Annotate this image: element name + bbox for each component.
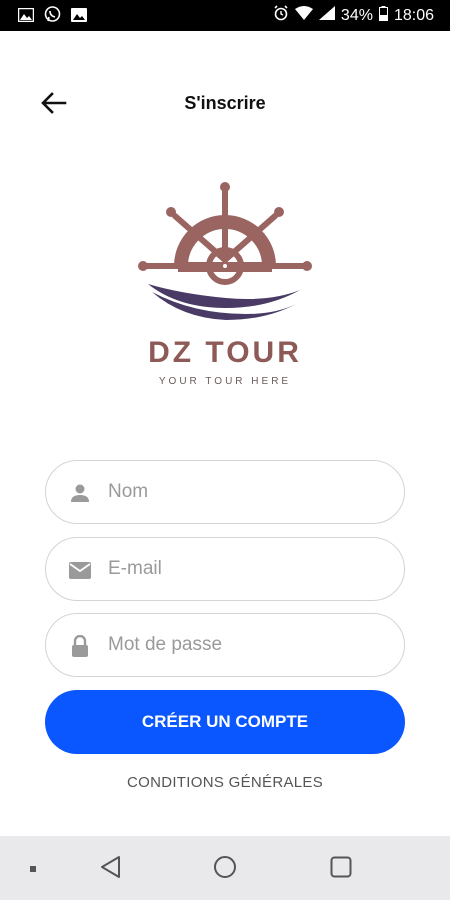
dz-tour-logo <box>138 180 312 326</box>
status-right-icons: 34% 18:06 <box>273 5 434 26</box>
password-input[interactable] <box>108 614 388 676</box>
triangle-back-icon <box>99 855 121 884</box>
status-bar: 34% 18:06 <box>0 0 450 31</box>
email-input[interactable] <box>108 538 388 600</box>
brand-tagline: YOUR TOUR HERE <box>158 376 292 387</box>
nav-menu-dot-button[interactable] <box>16 852 50 886</box>
lock-icon <box>68 634 92 658</box>
navigation-bar <box>0 836 450 900</box>
battery-icon <box>378 5 388 26</box>
status-left-icons <box>17 6 87 28</box>
terms-link[interactable]: CONDITIONS GÉNÉRALES <box>0 774 450 791</box>
nav-home-button[interactable] <box>208 852 242 886</box>
nav-back-button[interactable] <box>93 852 127 886</box>
viber-notification-icon <box>44 6 61 28</box>
image-notification-icon <box>71 7 87 27</box>
battery-percentage: 34% <box>340 6 373 24</box>
create-account-button[interactable]: CRÉER UN COMPTE <box>45 690 405 754</box>
page-title: S'inscrire <box>184 93 266 113</box>
ship-wheel-logo-graphic <box>138 182 312 320</box>
circle-home-icon <box>213 855 237 884</box>
clock-time: 18:06 <box>393 6 434 24</box>
dot-icon <box>29 860 37 878</box>
nav-recents-button[interactable] <box>324 852 358 886</box>
square-recents-icon <box>330 856 352 883</box>
email-icon <box>68 558 92 582</box>
signal-icon <box>318 6 335 25</box>
app-bar: S'inscrire <box>0 76 450 134</box>
email-field[interactable] <box>45 537 405 601</box>
password-field[interactable] <box>45 613 405 677</box>
brand-name: DZ TOUR <box>148 336 302 369</box>
name-field[interactable] <box>45 460 405 524</box>
person-icon <box>68 481 92 505</box>
alarm-icon <box>273 5 289 26</box>
wifi-icon <box>294 6 313 25</box>
gallery-notification-icon <box>17 7 35 27</box>
name-input[interactable] <box>108 461 388 523</box>
